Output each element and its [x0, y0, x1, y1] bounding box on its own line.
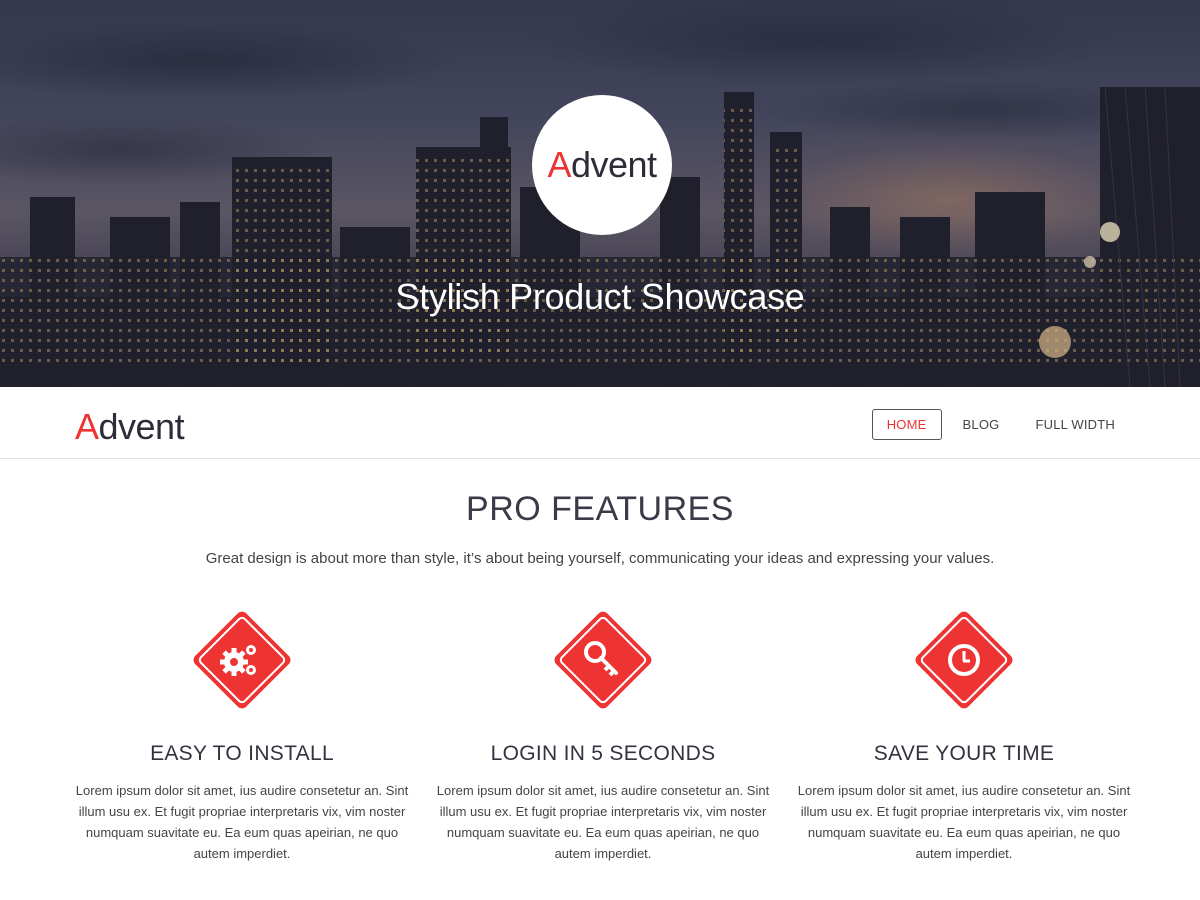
feature-card: SAVE YOUR TIME Lorem ipsum dolor sit ame…: [794, 600, 1134, 864]
feature-title: EASY TO INSTALL: [150, 742, 334, 765]
feature-text: Lorem ipsum dolor sit amet, ius audire c…: [436, 783, 770, 861]
main-navbar: Advent HOME BLOG FULL WIDTH: [0, 387, 1200, 459]
brand-accent-letter: A: [75, 406, 99, 447]
key-icon: [554, 611, 652, 709]
hero-logo-text: Advent: [547, 144, 657, 186]
hero-logo-accent-letter: A: [547, 144, 571, 185]
section-title: PRO FEATURES: [466, 490, 734, 528]
hero-title: Stylish Product Showcase: [395, 276, 805, 317]
brand-logo[interactable]: Advent: [75, 406, 185, 448]
feature-title: SAVE YOUR TIME: [873, 742, 1055, 765]
nav-item-blog[interactable]: BLOG: [948, 409, 1015, 440]
gears-icon: [193, 611, 291, 709]
hero-logo-rest: dvent: [570, 144, 657, 185]
nav-item-full-width[interactable]: FULL WIDTH: [1020, 409, 1130, 440]
section-subtitle: Great design is about more than style, i…: [205, 550, 995, 567]
nav-item-home[interactable]: HOME: [871, 409, 942, 440]
feature-title: LOGIN IN 5 SECONDS: [490, 742, 716, 765]
hero-banner: Advent Stylish Product Showcase: [0, 0, 1200, 387]
feature-text: Lorem ipsum dolor sit amet, ius audire c…: [75, 783, 409, 861]
nav-menu: HOME BLOG FULL WIDTH: [866, 409, 1130, 440]
feature-card: EASY TO INSTALL Lorem ipsum dolor sit am…: [72, 600, 412, 864]
feature-badge: [182, 600, 302, 720]
brand-rest: dvent: [98, 406, 185, 447]
feature-badge: [543, 600, 663, 720]
feature-badge: [904, 600, 1024, 720]
feature-card: LOGIN IN 5 SECONDS Lorem ipsum dolor sit…: [433, 600, 773, 864]
clock-icon: [915, 611, 1013, 709]
hero-logo[interactable]: Advent: [532, 95, 672, 235]
feature-text: Lorem ipsum dolor sit amet, ius audire c…: [797, 783, 1131, 861]
